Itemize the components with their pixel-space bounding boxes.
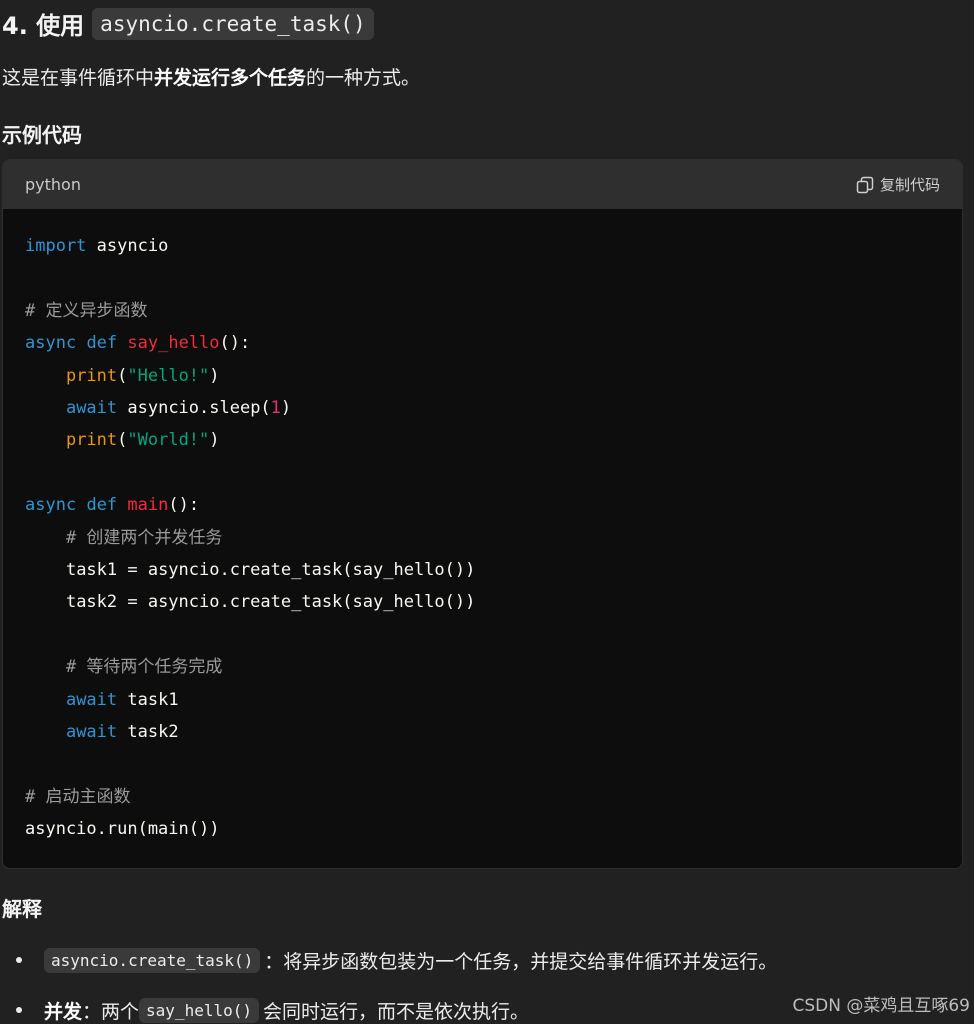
example-heading: 示例代码 [2, 123, 82, 147]
code-line: print("World!") [65, 430, 220, 451]
code-line: task2 = asyncio.create_task(say_hello()) [65, 592, 476, 613]
code-comment: # 启动主函数 [25, 786, 131, 807]
explanation-heading: 解释 [2, 897, 42, 921]
code-line: asyncio.run(main()) [25, 819, 220, 840]
inline-code: say_hello() [139, 997, 259, 1023]
watermark: CSDN @菜鸡且互啄69 [792, 996, 970, 1016]
code-block-header: python 复制代码 [3, 160, 962, 209]
code-line: await task1 [65, 689, 179, 710]
intro-paragraph: 这是在事件循环中并发运行多个任务的一种方式。 [2, 63, 420, 90]
section-heading-code: asyncio.create_task() [92, 7, 374, 40]
code-comment: # 等待两个任务完成 [65, 657, 223, 678]
section-heading-number: 4. 使用 [2, 12, 85, 40]
intro-text-before: 这是在事件循环中 [2, 67, 155, 89]
code-content[interactable]: import asyncio # 定义异步函数 async def say_he… [3, 209, 962, 867]
copy-code-button[interactable]: 复制代码 [856, 174, 940, 195]
list-item-text: ：将异步函数包装为一个任务，并提交给事件循环并发运行。 [264, 950, 778, 973]
copy-icon [856, 176, 874, 193]
code-line: task1 = asyncio.create_task(say_hello()) [65, 560, 476, 581]
code-line: import asyncio [25, 236, 169, 256]
list-item: asyncio.create_task() ：将异步函数包装为一个任务，并提交给… [0, 935, 974, 985]
code-line: async def main(): [25, 495, 200, 516]
intro-text-after: 的一种方式。 [306, 67, 421, 89]
section-heading: 4. 使用 asyncio.create_task() [2, 6, 374, 41]
list-item-text: ：两个 [82, 1000, 140, 1023]
inline-code: asyncio.create_task() [44, 947, 261, 973]
code-language-label: python [25, 175, 81, 194]
code-line: async def say_hello(): [25, 333, 251, 354]
copy-code-label: 复制代码 [879, 176, 940, 194]
list-item-bold: 并发 [44, 1000, 83, 1023]
code-comment: # 创建两个并发任务 [65, 527, 223, 548]
code-line: print("Hello!") [65, 365, 220, 386]
page: 4. 使用 asyncio.create_task() 这是在事件循环中并发运行… [0, 0, 974, 1024]
code-comment: # 定义异步函数 [25, 300, 148, 321]
code-line: await asyncio.sleep(1) [65, 398, 292, 419]
code-line: await task2 [65, 722, 179, 743]
intro-text-bold: 并发运行多个任务 [154, 67, 307, 89]
code-block: python 复制代码 import asyncio # 定义异步函数 asyn… [2, 159, 963, 869]
list-item-text: 会同时运行，而不是依次执行。 [263, 1000, 530, 1023]
